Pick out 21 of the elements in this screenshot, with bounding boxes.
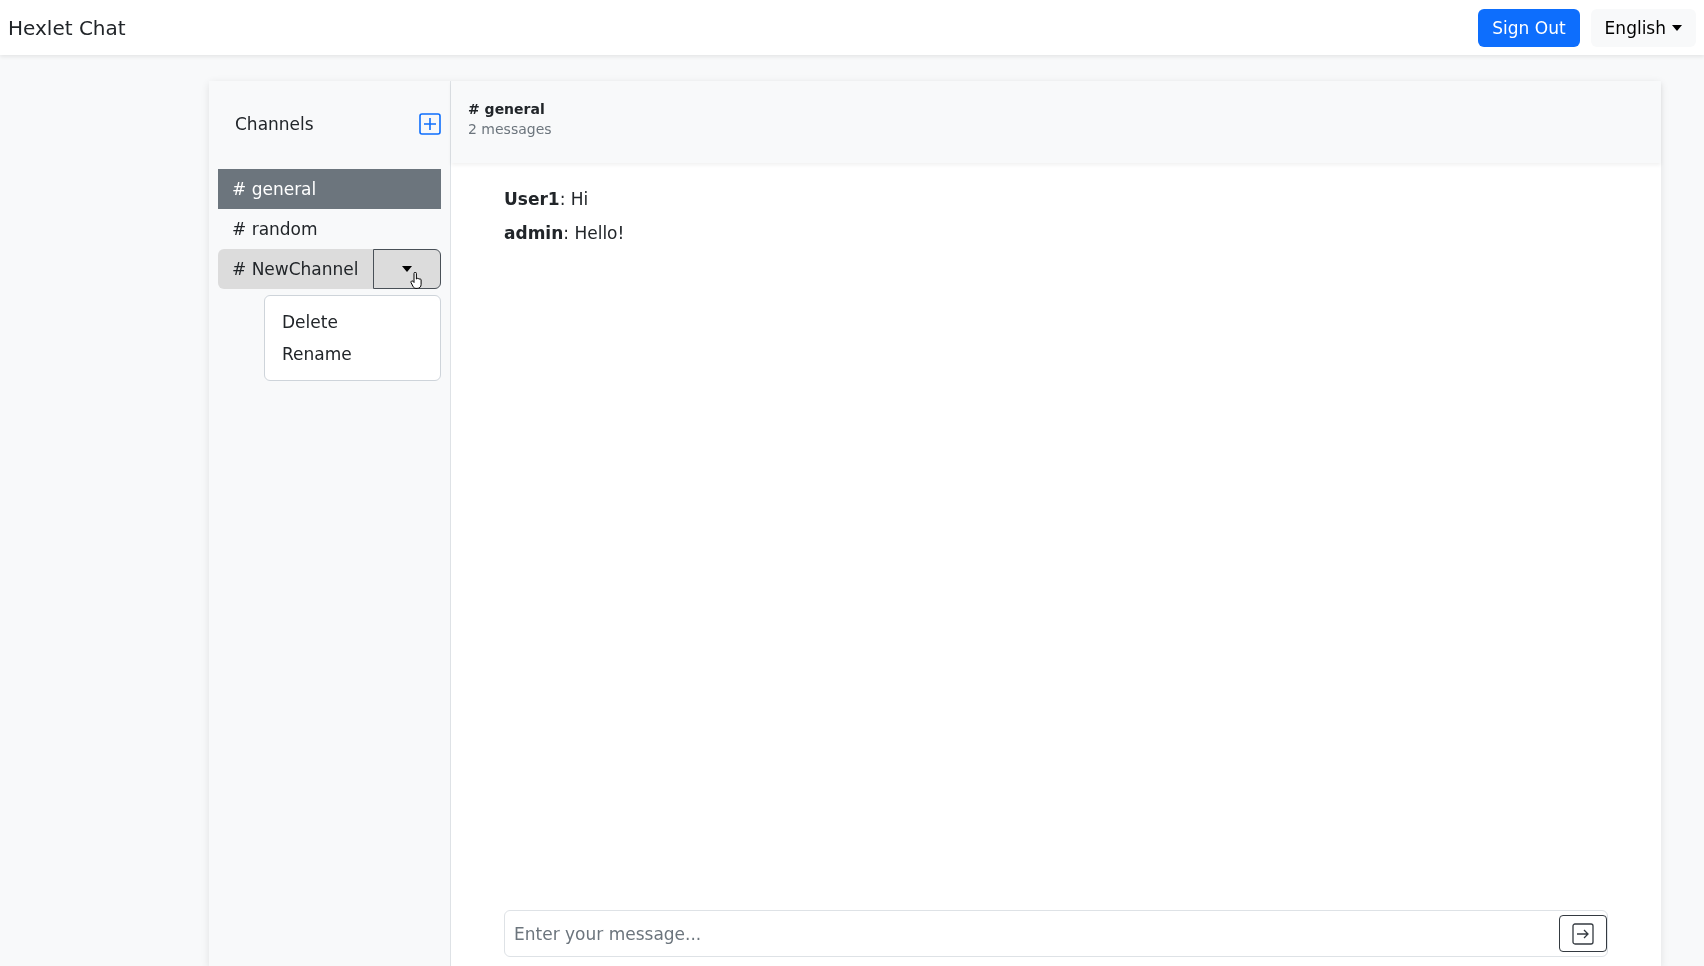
menu-item[interactable]: Delete	[265, 306, 440, 338]
plus-icon	[419, 113, 441, 135]
chat-message: admin: Hello!	[504, 223, 625, 243]
chat-message: User1: Hi	[504, 189, 589, 209]
channel-title: # general	[468, 101, 545, 117]
hand-cursor-icon	[409, 272, 423, 289]
channel-item[interactable]: # NewChannel	[218, 249, 373, 289]
channels-title: Channels	[235, 114, 314, 134]
channel-item[interactable]: # general	[218, 169, 441, 209]
caret-icon	[401, 266, 412, 272]
sign-out-button[interactable]: Sign Out	[1478, 8, 1580, 47]
language-dropdown[interactable]: English	[1590, 8, 1696, 47]
message-count: 2 messages	[468, 121, 552, 137]
caret-icon	[1672, 24, 1682, 31]
channel-item[interactable]: # random	[218, 209, 441, 249]
app-title: Hexlet Chat	[8, 15, 127, 40]
message-input[interactable]: Enter your message...	[504, 910, 1608, 957]
arrow-right-icon	[1572, 922, 1594, 945]
send-button[interactable]	[1559, 915, 1607, 952]
add-channel-button[interactable]	[419, 113, 441, 135]
menu-item[interactable]: Rename	[265, 338, 440, 370]
